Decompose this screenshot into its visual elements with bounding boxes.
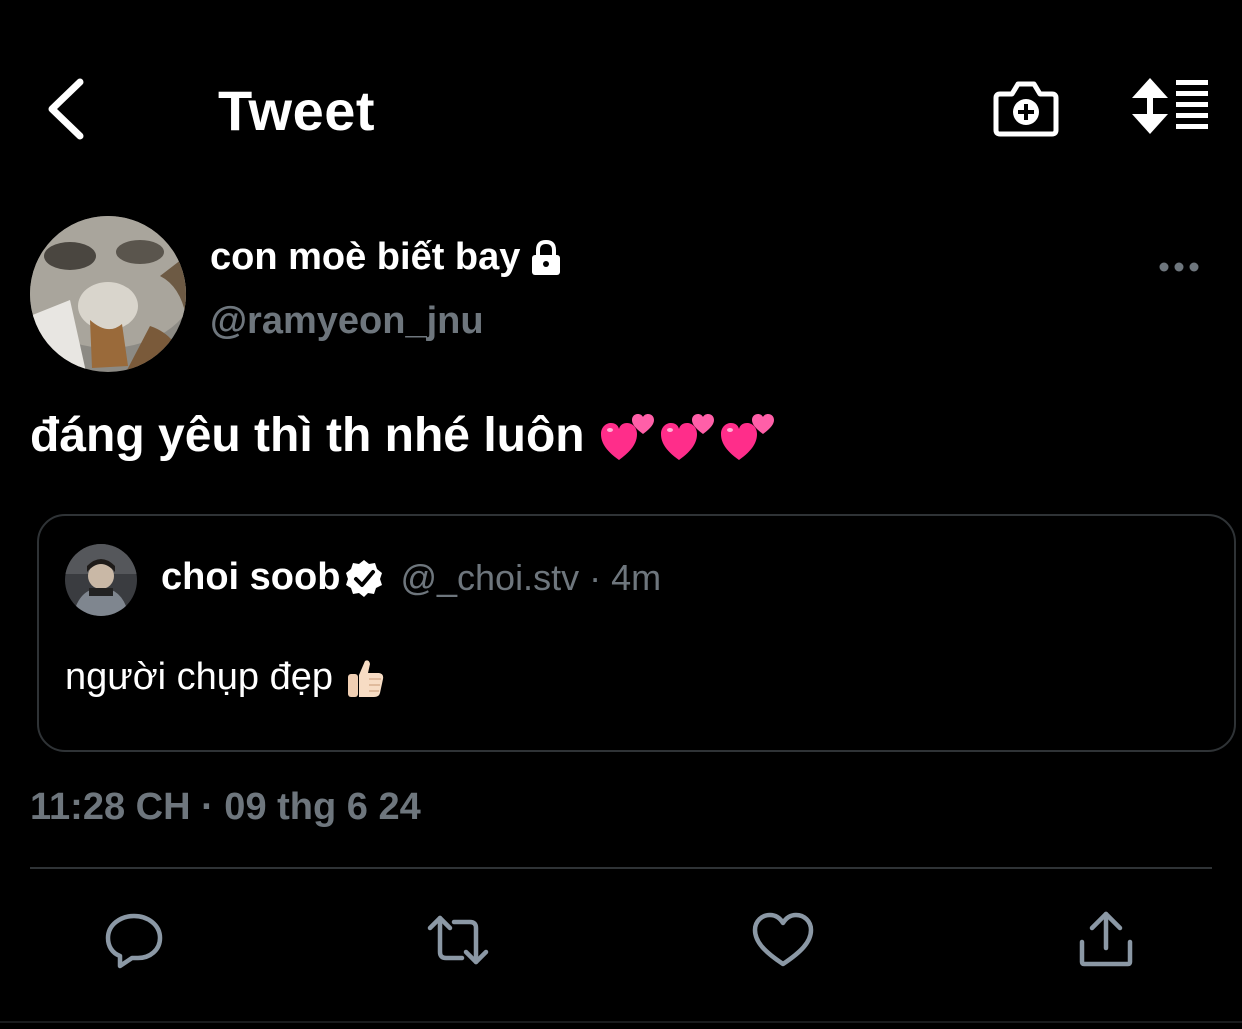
person-photo-avatar [65,544,137,616]
quoted-tweet-card[interactable]: choi soob @_choi.stv · 4m người chụp đẹp [37,514,1236,752]
author-handle[interactable]: @ramyeon_jnu [210,300,484,343]
cat-photo-avatar [30,216,186,372]
more-button[interactable] [1150,250,1208,284]
quote-author-handle: @_choi.stv [400,556,580,598]
retweet-button[interactable] [426,908,490,972]
thumbs-up-emoji [348,659,384,697]
lock-icon [532,239,561,275]
quote-text: người chụp đẹp [65,656,333,698]
two-hearts-emoji [600,413,654,460]
bottom-divider [0,1021,1242,1023]
quote-body: người chụp đẹp [65,656,385,699]
tweet-text: đáng yêu thì th nhé luôn [30,409,585,462]
verified-badge-icon [346,559,383,597]
camera-add-icon [993,81,1059,137]
page-title: Tweet [218,79,376,142]
author-name-text: con moè biết bay [210,236,521,278]
heart-outline-icon [752,912,814,967]
sort-list-icon [1132,78,1208,134]
share-icon [1079,911,1133,967]
reply-icon [105,913,163,969]
tweet-detail-page: Tweet con moè biết bay @ramyeon_jnu đáng… [0,0,1242,1029]
divider [30,867,1212,869]
author-avatar[interactable] [30,216,186,372]
quote-separator: · [589,556,602,598]
tweet-timestamp[interactable]: 11:28 CH · 09 thg 6 24 [30,786,421,829]
quote-author-name: choi soob [161,556,341,598]
tweet-body: đáng yêu thì th nhé luôn [30,408,775,463]
chevron-left-icon [48,78,84,140]
sort-button[interactable] [1128,74,1212,138]
retweet-icon [427,915,489,965]
reply-button[interactable] [102,908,166,972]
back-button[interactable] [40,72,100,146]
share-button[interactable] [1074,908,1138,972]
camera-button[interactable] [992,74,1060,140]
quote-author-avatar[interactable] [65,544,137,616]
two-hearts-emoji [660,413,714,460]
two-hearts-emoji [720,413,774,460]
more-horizontal-icon [1159,262,1199,272]
quote-time: 4m [611,556,662,598]
top-bar: Tweet [0,0,1242,220]
quote-header: choi soob @_choi.stv · 4m [161,556,661,599]
author-display-name[interactable]: con moè biết bay [210,236,566,279]
like-button[interactable] [751,908,815,972]
